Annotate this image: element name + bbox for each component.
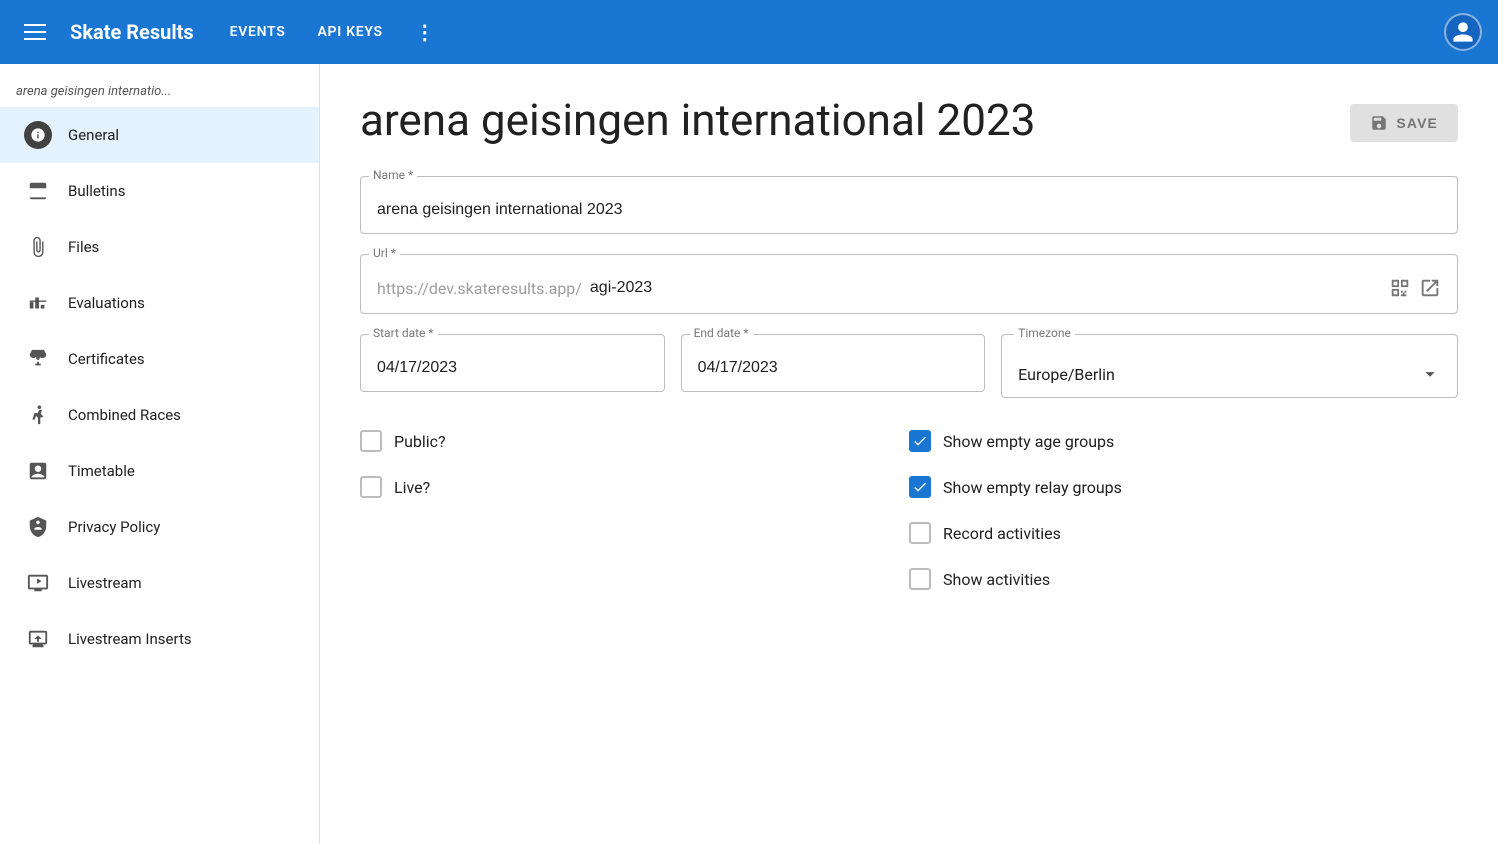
save-icon: [1370, 114, 1388, 132]
sidebar-label-bulletins: Bulletins: [68, 182, 125, 200]
timetable-icon: [24, 457, 52, 485]
paperclip-icon: [24, 233, 52, 261]
sidebar-label-livestream: Livestream: [68, 574, 142, 592]
save-label: SAVE: [1396, 115, 1438, 131]
checkbox-show-empty-age: Show empty age groups: [909, 418, 1458, 464]
topnav: Skate Results EVENTS API KEYS ⋮: [0, 0, 1498, 64]
sidebar-item-combined-races[interactable]: Combined Races: [0, 387, 319, 443]
record-activities-label[interactable]: Record activities: [943, 524, 1061, 543]
name-field-group: Name *: [360, 176, 1458, 234]
sidebar-label-combined-races: Combined Races: [68, 406, 181, 424]
end-date-field: End date *: [681, 334, 986, 398]
user-avatar[interactable]: [1444, 13, 1482, 51]
trophy-icon: [24, 345, 52, 373]
sidebar-label-certificates: Certificates: [68, 350, 145, 368]
timezone-field: Timezone Europe/Berlin: [1001, 334, 1458, 398]
sidebar-event-title: arena geisingen internatio...: [0, 72, 319, 107]
show-activities-label[interactable]: Show activities: [943, 570, 1050, 589]
tv-icon: [24, 569, 52, 597]
checkbox-live: Live?: [360, 464, 909, 510]
record-activities-checkbox[interactable]: [909, 522, 931, 544]
sidebar-item-livestream[interactable]: Livestream: [0, 555, 319, 611]
shield-icon: [24, 513, 52, 541]
url-label: Url *: [369, 246, 400, 260]
url-field-group: Url * https://dev.skateresults.app/: [360, 254, 1458, 314]
name-input[interactable]: [377, 201, 1441, 219]
name-field-box[interactable]: Name *: [360, 176, 1458, 234]
layout: arena geisingen internatio... General Bu…: [0, 64, 1498, 844]
sidebar-item-privacy-policy[interactable]: Privacy Policy: [0, 499, 319, 555]
person-running-icon: [24, 401, 52, 429]
public-checkbox[interactable]: [360, 430, 382, 452]
url-field-box: Url * https://dev.skateresults.app/: [360, 254, 1458, 314]
sidebar-label-general: General: [68, 126, 119, 144]
live-label[interactable]: Live?: [394, 478, 430, 497]
sidebar: arena geisingen internatio... General Bu…: [0, 64, 320, 844]
checkbox-record-activities: Record activities: [909, 510, 1458, 556]
sidebar-item-livestream-inserts[interactable]: Livestream Inserts: [0, 611, 319, 667]
sidebar-item-evaluations[interactable]: Evaluations: [0, 275, 319, 331]
timezone-value: Europe/Berlin: [1018, 365, 1419, 384]
show-empty-age-checkbox[interactable]: [909, 430, 931, 452]
checkbox-show-empty-relay: Show empty relay groups: [909, 464, 1458, 510]
sidebar-item-bulletins[interactable]: Bulletins: [0, 163, 319, 219]
sidebar-item-timetable[interactable]: Timetable: [0, 443, 319, 499]
hamburger-button[interactable]: [16, 16, 54, 48]
show-empty-relay-checkbox[interactable]: [909, 476, 931, 498]
url-prefix: https://dev.skateresults.app/: [377, 279, 582, 298]
main-content: arena geisingen international 2023 SAVE …: [320, 64, 1498, 844]
show-activities-checkbox[interactable]: [909, 568, 931, 590]
events-link[interactable]: EVENTS: [222, 20, 294, 44]
page-header: arena geisingen international 2023 SAVE: [360, 96, 1458, 144]
info-icon: [24, 121, 52, 149]
start-date-label: Start date *: [369, 326, 438, 340]
date-row: Start date * End date * Timezone Europe/…: [360, 334, 1458, 398]
end-date-label: End date *: [690, 326, 753, 340]
url-slug-input[interactable]: [590, 279, 1381, 297]
calendar-icon: [24, 177, 52, 205]
start-date-field: Start date *: [360, 334, 665, 398]
url-icons: [1389, 277, 1441, 299]
sidebar-item-general[interactable]: General: [0, 107, 319, 163]
checkbox-grid: Public? Live? Show empty age groups: [360, 418, 1458, 602]
live-checkbox[interactable]: [360, 476, 382, 498]
name-label: Name *: [369, 168, 417, 182]
start-date-input[interactable]: [377, 359, 648, 377]
checkbox-show-activities: Show activities: [909, 556, 1458, 602]
show-empty-age-label[interactable]: Show empty age groups: [943, 432, 1114, 451]
sidebar-label-files: Files: [68, 238, 99, 256]
sidebar-item-files[interactable]: Files: [0, 219, 319, 275]
account-icon: [1451, 20, 1475, 44]
timezone-dropdown-icon[interactable]: [1419, 363, 1441, 385]
sidebar-label-timetable: Timetable: [68, 462, 135, 480]
show-empty-relay-label[interactable]: Show empty relay groups: [943, 478, 1122, 497]
chart-icon: [24, 289, 52, 317]
apikeys-link[interactable]: API KEYS: [310, 20, 391, 44]
external-link-icon[interactable]: [1419, 277, 1441, 299]
sidebar-label-evaluations: Evaluations: [68, 294, 145, 312]
screen-icon: [24, 625, 52, 653]
page-title: arena geisingen international 2023: [360, 96, 1035, 144]
sidebar-item-certificates[interactable]: Certificates: [0, 331, 319, 387]
more-menu-button[interactable]: ⋮: [407, 16, 443, 48]
save-button[interactable]: SAVE: [1350, 104, 1458, 142]
sidebar-label-livestream-inserts: Livestream Inserts: [68, 630, 192, 648]
end-date-input[interactable]: [698, 359, 969, 377]
sidebar-label-privacy-policy: Privacy Policy: [68, 518, 160, 536]
timezone-label: Timezone: [1014, 326, 1075, 340]
brand-title: Skate Results: [70, 20, 194, 44]
qr-icon[interactable]: [1389, 277, 1411, 299]
public-label[interactable]: Public?: [394, 432, 446, 451]
checkbox-public: Public?: [360, 418, 909, 464]
